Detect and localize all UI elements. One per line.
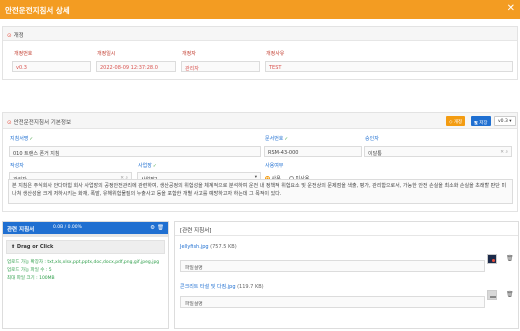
reviser-label: 개정자 <box>182 51 196 57</box>
doc-no-field[interactable]: RSM-43-000 <box>264 146 362 157</box>
name-field[interactable]: 010 트랜스 폰거 지침 <box>9 146 261 157</box>
approver-field[interactable]: 이달통 ✕ ⌕ <box>364 146 512 157</box>
upload-count: 0.0B / 0.00% <box>53 225 82 230</box>
basic-info-header: ⊙ 안전운전지침서 기본정보 ◇ 개정 🖫 저장 v0.3 ▾ <box>3 113 517 129</box>
rev-no-field: v0.3 <box>12 61 91 72</box>
usage-label: 사용여부 <box>265 163 284 169</box>
basic-info-title: 안전운전지침서 기본정보 <box>13 119 72 126</box>
upload-info-count: 업로드 가능 파일 수 : 5 <box>7 268 52 273</box>
check-icon: ✓ <box>284 137 289 142</box>
trash-icon[interactable]: 🗑 <box>506 291 514 298</box>
upload-header: 관련 지침서 0.0B / 0.00% ⚙ 🗑 <box>3 222 168 234</box>
reason-label: 개정사유 <box>266 51 285 57</box>
rev-no-label: 개정번호 <box>14 51 33 57</box>
check-icon: ✓ <box>29 137 34 142</box>
upload-info-size: 최대 파일 크기 : 100MB <box>7 276 55 281</box>
revision-panel: ⊙ 개정 개정번호 개정일시 개정자 개정사유 v0.3 2022-08-09 1… <box>2 26 518 80</box>
trash-icon[interactable]: 🗑 <box>506 255 514 262</box>
file-desc-field[interactable]: 파일설명 <box>180 260 485 272</box>
file-link[interactable]: Jellyfish.jpg (757.5 KB) <box>180 244 237 250</box>
name-label: 지침서명✓ <box>10 136 34 142</box>
upload-info-ext: 업로드 가능 확장자 : txt,xls,xlsx,ppt,pptx,doc,d… <box>7 260 160 265</box>
info-icon: ⊙ <box>7 119 12 126</box>
files-header: [관련 지침서] <box>175 222 518 236</box>
dept-label: 사업장✓ <box>138 163 157 169</box>
upload-progress <box>3 234 168 237</box>
version-select[interactable]: v0.3 ▾ <box>494 116 516 126</box>
dropzone[interactable]: ⬆ Drag or Click <box>6 240 165 254</box>
chevron-down-icon: ▾ <box>509 119 512 124</box>
save-button[interactable]: 🖫 저장 <box>471 116 491 126</box>
reviser-field: 관리자 <box>181 61 260 72</box>
files-title: [관련 지침서] <box>180 227 212 234</box>
upload-panel: 관련 지침서 0.0B / 0.00% ⚙ 🗑 ⬆ Drag or Click … <box>2 221 169 329</box>
file-thumbnail <box>487 254 497 264</box>
upload-title: 관련 지침서 <box>7 227 35 233</box>
revision-title: 개정 <box>13 32 24 39</box>
check-icon: ✓ <box>152 164 157 169</box>
revision-icon: ⊙ <box>7 32 12 39</box>
approver-label: 승인자 <box>365 136 379 142</box>
file-link[interactable]: 콘크리트 타설 및 다짐.jpg (119.7 KB) <box>180 283 264 290</box>
trash-icon[interactable]: 🗑 <box>157 225 164 231</box>
close-icon[interactable]: ✕ <box>507 3 515 15</box>
file-thumbnail <box>487 290 497 300</box>
files-panel: [관련 지침서] Jellyfish.jpg (757.5 KB) 파일설명 🗑… <box>174 221 519 329</box>
gear-icon[interactable]: ⚙ <box>150 225 155 231</box>
search-icon[interactable]: ✕ ⌕ <box>500 149 508 155</box>
writer-label: 작성자 <box>10 163 24 169</box>
remark-textarea[interactable]: 본 지침은 주식회사 안다마힘 회사 사업장의 공정안전관리에 관련하여, 생산… <box>8 179 513 204</box>
revise-button[interactable]: ◇ 개정 <box>446 116 466 126</box>
rev-date-label: 개정일시 <box>97 51 116 57</box>
reason-field: TEST <box>265 61 513 72</box>
window-title: 안전운전지침서 상세 <box>5 6 70 15</box>
rev-date-field: 2022-08-09 12:37:28.0 <box>96 61 176 72</box>
file-desc-field[interactable]: 파일설명 <box>180 296 485 308</box>
revision-panel-header: ⊙ 개정 <box>3 27 517 41</box>
doc-no-label: 문서번호✓ <box>265 136 289 142</box>
title-bar: 안전운전지침서 상세 ✕ <box>0 0 520 19</box>
